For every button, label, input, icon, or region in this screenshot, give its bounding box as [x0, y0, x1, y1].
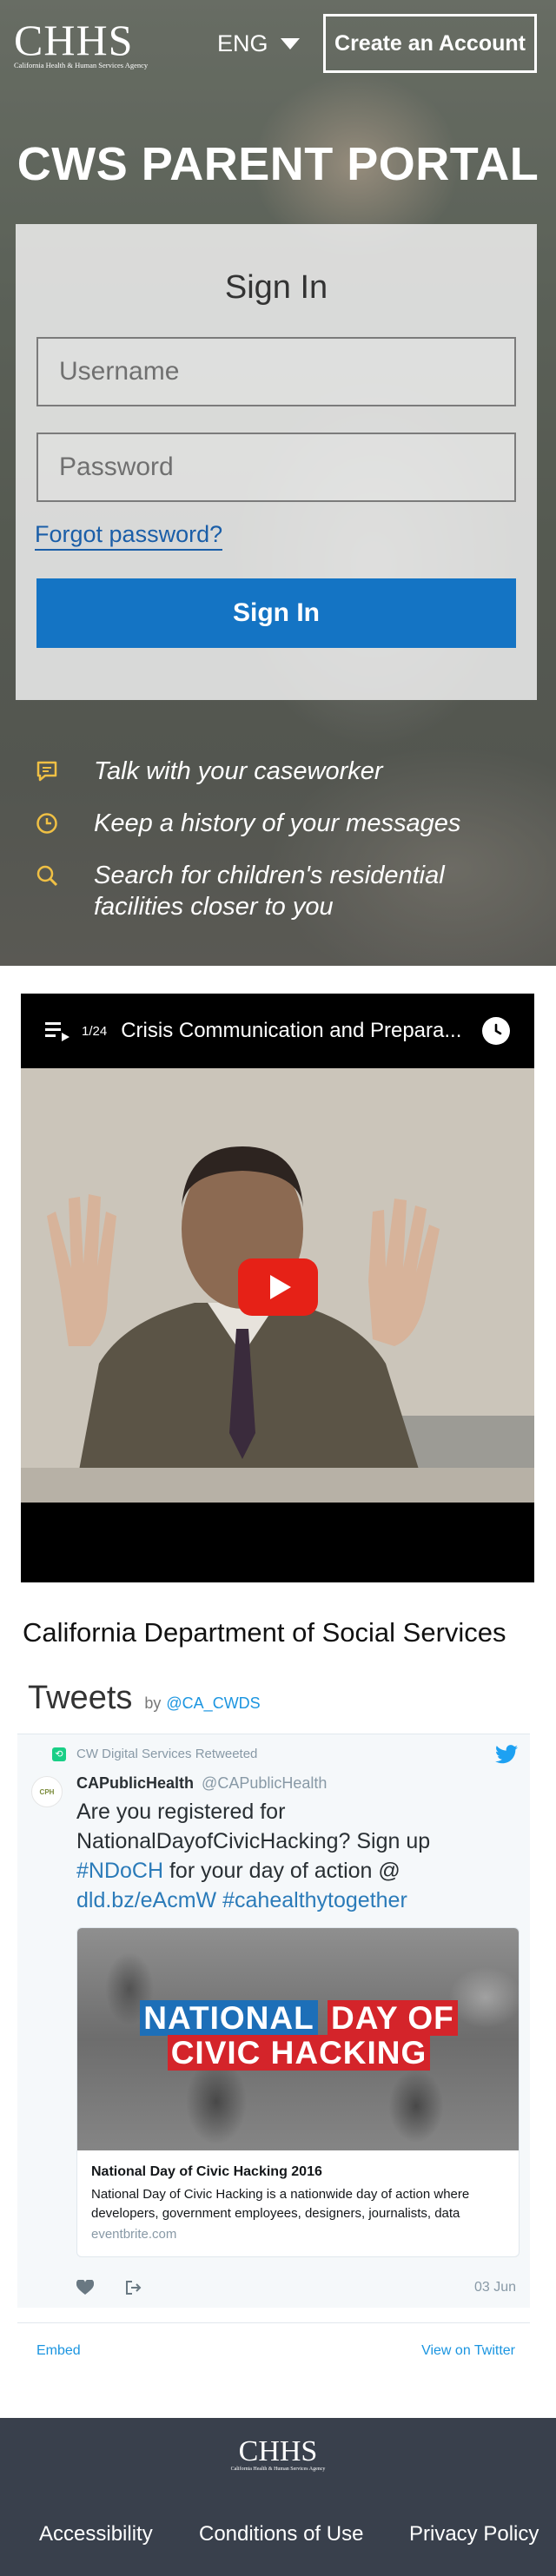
username-field[interactable]: Username — [36, 337, 516, 406]
signin-card: Sign In Username Password Forgot passwor… — [16, 224, 537, 700]
forgot-password-link[interactable]: Forgot password? — [35, 521, 223, 551]
feature-text: Search for children's residential facili… — [94, 862, 445, 921]
tweet-text: Are you registered for NationalDayofCivi… — [76, 1797, 520, 1915]
card-image: NATIONAL DAY OF CIVIC HACKING — [77, 1928, 519, 2150]
card-description: National Day of Civic Hacking is a natio… — [91, 2187, 470, 2221]
author-row[interactable]: CAPublicHealth @CAPublicHealth — [76, 1774, 327, 1793]
link-preview-card[interactable]: NATIONAL DAY OF CIVIC HACKING National D… — [76, 1927, 520, 2257]
logo-mark: CHHS — [14, 16, 134, 64]
author-name: CAPublicHealth — [76, 1774, 195, 1792]
share-icon[interactable] — [125, 2280, 142, 2300]
banner-word: CIVIC HACKING — [167, 2035, 431, 2071]
clock-icon — [35, 808, 59, 839]
footer: CHHS California Health & Human Services … — [0, 2418, 556, 2576]
tweet-text-part: Are you registered for NationalDayofCivi… — [76, 1800, 431, 1853]
portal-title: CWS PARENT PORTAL — [17, 138, 539, 190]
divider — [17, 2322, 530, 2323]
language-selector[interactable]: ENG — [217, 26, 300, 61]
language-label: ENG — [217, 30, 268, 56]
tweet-item[interactable]: ⟲ CW Digital Services Retweeted CPH CAPu… — [17, 1734, 530, 2308]
feature-item-history: Keep a history of your messages — [35, 808, 539, 839]
dss-heading: California Department of Social Services — [23, 1617, 506, 1648]
video-title-bar: 1/24 Crisis Communication and Prepara... — [21, 994, 534, 1068]
author-avatar[interactable]: CPH — [31, 1776, 63, 1807]
hashtag-link[interactable]: #cahealthytogether — [222, 1888, 407, 1912]
hashtag-link[interactable]: #NDoCH — [76, 1859, 163, 1883]
logo-subtitle: California Health & Human Services Agenc… — [14, 61, 149, 69]
watch-later-clock-icon[interactable] — [482, 1017, 510, 1045]
create-account-button[interactable]: Create an Account — [323, 14, 537, 73]
like-heart-icon[interactable] — [76, 2278, 95, 2300]
banner-word: NATIONAL — [140, 2000, 318, 2036]
tweets-handle-link[interactable]: @CA_CWDS — [166, 1694, 260, 1713]
card-title: National Day of Civic Hacking 2016 — [91, 2164, 322, 2179]
signin-button[interactable]: Sign In — [36, 578, 516, 648]
footer-link-accessibility[interactable]: Accessibility — [39, 2522, 153, 2546]
search-icon — [35, 860, 59, 891]
playlist-icon[interactable] — [45, 1020, 71, 1041]
footer-logo-subtitle: California Health & Human Services Agenc… — [230, 2467, 326, 2472]
author-handle: @CAPublicHealth — [202, 1774, 328, 1792]
feature-item-search: Search for children's residential facili… — [35, 860, 539, 922]
tweet-actions — [76, 2278, 142, 2300]
video-title[interactable]: Crisis Communication and Prepara... — [121, 1019, 477, 1043]
signin-title: Sign In — [224, 269, 328, 306]
chhs-logo[interactable]: CHHS California Health & Human Services … — [14, 17, 162, 71]
tweet-date[interactable]: 03 Jun — [474, 2280, 516, 2295]
tweets-by: by — [144, 1694, 162, 1712]
retweet-label: CW Digital Services Retweeted — [76, 1747, 258, 1761]
footer-link-conditions[interactable]: Conditions of Use — [199, 2522, 363, 2546]
card-domain: eventbrite.com — [91, 2227, 177, 2242]
caret-down-icon — [280, 37, 300, 50]
footer-logo-mark: CHHS — [238, 2435, 318, 2467]
embed-link[interactable]: Embed — [36, 2343, 81, 2359]
retweet-icon: ⟲ — [52, 1747, 66, 1761]
feature-text: Talk with your caseworker — [94, 757, 383, 785]
feature-list: Talk with your caseworker Keep a history… — [35, 756, 539, 922]
footer-logo[interactable]: CHHS California Health & Human Services … — [222, 2435, 334, 2473]
playlist-count: 1/24 — [82, 1023, 108, 1039]
url-link[interactable]: dld.bz/eAcmW — [76, 1888, 216, 1912]
password-placeholder: Password — [59, 452, 174, 481]
hero-section: CHHS California Health & Human Services … — [0, 0, 556, 966]
retweet-row: ⟲ CW Digital Services Retweeted — [52, 1747, 257, 1761]
play-button[interactable] — [238, 1258, 318, 1316]
feature-item-talk: Talk with your caseworker — [35, 756, 539, 787]
youtube-video-player[interactable]: 1/24 Crisis Communication and Prepara... — [21, 994, 534, 1582]
tweets-header: Tweets by @CA_CWDS — [28, 1680, 261, 1717]
view-on-twitter-link[interactable]: View on Twitter — [421, 2343, 515, 2359]
civic-hacking-banner: NATIONAL DAY OF CIVIC HACKING — [121, 2000, 477, 2071]
play-icon — [270, 1275, 291, 1299]
tweets-title: Tweets — [28, 1680, 133, 1716]
username-placeholder: Username — [59, 357, 180, 386]
chat-bubble-icon — [35, 756, 59, 787]
footer-link-privacy[interactable]: Privacy Policy — [409, 2522, 539, 2546]
tweet-text-part: for your day of action @ — [163, 1859, 400, 1883]
banner-word: DAY OF — [327, 2000, 458, 2036]
twitter-bird-icon[interactable] — [495, 1745, 518, 1768]
password-field[interactable]: Password — [36, 433, 516, 502]
avatar-text: CPH — [39, 1787, 55, 1796]
feature-text: Keep a history of your messages — [94, 809, 461, 837]
